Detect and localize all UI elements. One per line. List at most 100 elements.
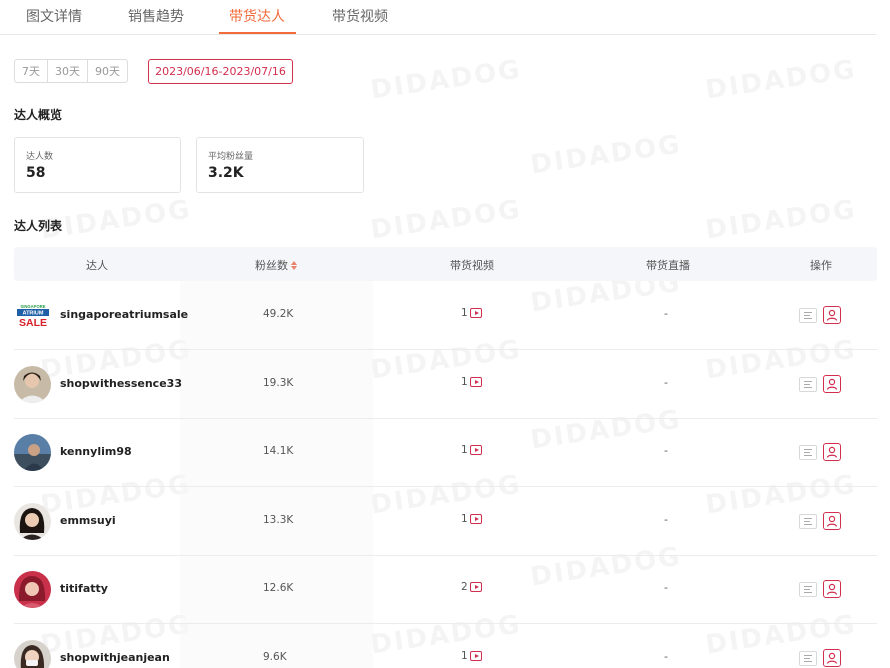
user-icon: [826, 446, 838, 458]
column-header-fans[interactable]: 粉丝数: [255, 257, 297, 273]
user-icon: [826, 583, 838, 595]
table-row: shopwithjeanjean 9.6K 1 -: [14, 625, 877, 668]
column-header-actions: 操作: [810, 259, 832, 272]
avatar[interactable]: [14, 366, 51, 403]
active-tab-underline: [219, 32, 296, 34]
tab-videos[interactable]: 带货视频: [332, 6, 388, 26]
user-profile-button[interactable]: [823, 580, 841, 598]
user-icon: [826, 309, 838, 321]
fans-count: 49.2K: [263, 308, 294, 320]
detail-button[interactable]: [799, 582, 817, 597]
video-count-value: 1: [461, 376, 468, 388]
play-icon[interactable]: [469, 582, 482, 592]
column-header-live: 带货直播: [646, 259, 690, 272]
detail-button[interactable]: [799, 377, 817, 392]
video-count[interactable]: 1: [461, 307, 482, 319]
watermark: DIDADOG: [369, 195, 524, 246]
influencer-name[interactable]: shopwithessence33: [60, 377, 182, 390]
detail-button[interactable]: [799, 514, 817, 529]
play-icon[interactable]: [469, 651, 482, 661]
detail-button[interactable]: [799, 651, 817, 666]
svg-text:ATRIUM: ATRIUM: [23, 311, 44, 317]
user-profile-button[interactable]: [823, 649, 841, 667]
fans-count: 13.3K: [263, 514, 294, 526]
user-profile-button[interactable]: [823, 375, 841, 393]
watermark: DIDADOG: [369, 55, 524, 106]
table-row: titifatty 12.6K 2 -: [14, 556, 877, 624]
table-row: SINGAPORE ATRIUM SALE singaporeatriumsal…: [14, 282, 877, 350]
date-range-picker[interactable]: 2023/06/16-2023/07/16: [148, 59, 293, 84]
fans-count: 9.6K: [263, 651, 287, 663]
user-profile-button[interactable]: [823, 443, 841, 461]
watermark: DIDADOG: [704, 55, 859, 106]
live-count: -: [664, 376, 668, 389]
tab-detail[interactable]: 图文详情: [26, 6, 82, 26]
play-icon[interactable]: [469, 445, 482, 455]
range-90d-button[interactable]: 90天: [87, 59, 128, 83]
video-count[interactable]: 1: [461, 444, 482, 456]
svg-text:SINGAPORE: SINGAPORE: [20, 304, 45, 309]
avatar[interactable]: [14, 571, 51, 608]
influencer-name[interactable]: titifatty: [60, 582, 108, 595]
table-row: kennylim98 14.1K 1 -: [14, 419, 877, 487]
column-header-influencer: 达人: [86, 259, 108, 272]
stat-card-influencers: 达人数 58: [14, 137, 181, 193]
column-header-videos: 带货视频: [450, 259, 494, 272]
watermark: DIDADOG: [529, 130, 684, 181]
video-count[interactable]: 1: [461, 376, 482, 388]
video-count[interactable]: 1: [461, 513, 482, 525]
stat-label: 达人数: [26, 152, 54, 162]
svg-text:SALE: SALE: [19, 317, 47, 329]
play-icon[interactable]: [469, 377, 482, 387]
video-count-value: 1: [461, 650, 468, 662]
fans-count: 19.3K: [263, 377, 294, 389]
avatar[interactable]: [14, 503, 51, 540]
range-7d-button[interactable]: 7天: [14, 59, 48, 83]
stat-value: 3.2K: [208, 165, 244, 181]
play-icon[interactable]: [469, 308, 482, 318]
live-count: -: [664, 513, 668, 526]
video-count-value: 1: [461, 513, 468, 525]
tab-influencers[interactable]: 带货达人: [229, 6, 285, 26]
detail-button[interactable]: [799, 308, 817, 323]
singapore-atrium-sale-logo: SINGAPORE ATRIUM SALE: [17, 304, 49, 329]
tab-sales-trend[interactable]: 销售趋势: [128, 6, 184, 26]
play-icon[interactable]: [469, 514, 482, 524]
overview-title: 达人概览: [14, 108, 63, 122]
influencer-name[interactable]: kennylim98: [60, 445, 132, 458]
video-count-value: 1: [461, 444, 468, 456]
video-count-value: 2: [461, 581, 468, 593]
video-count-value: 1: [461, 307, 468, 319]
fans-count: 14.1K: [263, 445, 294, 457]
influencer-name[interactable]: singaporeatriumsale: [60, 308, 188, 321]
influencer-name[interactable]: emmsuyi: [60, 514, 116, 527]
user-profile-button[interactable]: [823, 306, 841, 324]
user-icon: [826, 515, 838, 527]
table-row: emmsuyi 13.3K 1 -: [14, 488, 877, 556]
live-count: -: [664, 307, 668, 320]
detail-button[interactable]: [799, 445, 817, 460]
list-title: 达人列表: [14, 219, 63, 233]
influencer-name[interactable]: shopwithjeanjean: [60, 651, 170, 664]
live-count: -: [664, 581, 668, 594]
video-count[interactable]: 2: [461, 581, 482, 593]
video-count[interactable]: 1: [461, 650, 482, 662]
fans-count: 12.6K: [263, 582, 294, 594]
tab-bar: 图文详情 销售趋势 带货达人 带货视频: [0, 0, 876, 35]
avatar[interactable]: [14, 640, 51, 668]
live-count: -: [664, 650, 668, 663]
stat-value: 58: [26, 165, 46, 181]
live-count: -: [664, 444, 668, 457]
range-30d-button[interactable]: 30天: [47, 59, 88, 83]
user-icon: [826, 652, 838, 664]
column-header-fans-label: 粉丝数: [255, 259, 288, 272]
user-icon: [826, 378, 838, 390]
stat-card-avg-fans: 平均粉丝量 3.2K: [196, 137, 364, 193]
avatar[interactable]: [14, 434, 51, 471]
table-row: shopwithessence33 19.3K 1 -: [14, 351, 877, 419]
table-header: 达人 粉丝数 带货视频 带货直播 操作: [14, 247, 877, 281]
stat-label: 平均粉丝量: [208, 152, 254, 162]
range-selector: 7天 30天 90天: [14, 59, 128, 83]
sort-icon[interactable]: [291, 261, 297, 271]
user-profile-button[interactable]: [823, 512, 841, 530]
